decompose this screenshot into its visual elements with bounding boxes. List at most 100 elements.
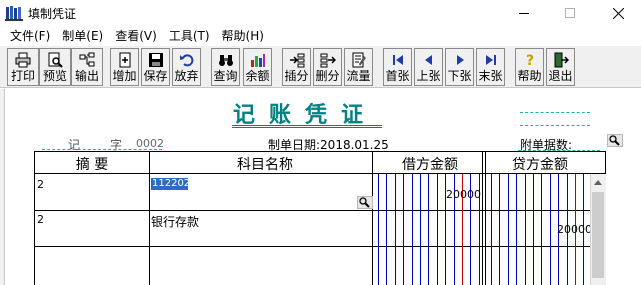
print-label: 打印 <box>10 69 35 83</box>
credit-grid-line <box>533 174 534 285</box>
bar-chart-icon <box>250 54 265 67</box>
insert-entry-label: 插分 <box>284 69 309 83</box>
delete-entry-label: 删分 <box>315 69 340 83</box>
preview-label: 预览 <box>42 69 67 83</box>
credit-grid-line <box>541 174 542 285</box>
output-icon <box>79 52 95 67</box>
insert-row-icon <box>289 53 304 68</box>
title-underline-2 <box>232 127 382 128</box>
col-divider-summary <box>149 151 150 285</box>
prev-label: 上张 <box>416 69 441 83</box>
first-button[interactable]: 首张 <box>383 48 412 86</box>
new-document-icon <box>119 52 130 68</box>
print-button[interactable]: 打印 <box>7 48 39 86</box>
cashflow-label: 流量 <box>346 69 371 83</box>
output-button[interactable]: 输出 <box>71 48 103 86</box>
header-credit: 贷方金额 <box>512 157 568 173</box>
first-icon <box>392 55 403 65</box>
scroll-up-icon <box>594 179 602 185</box>
debit-grid-line <box>420 174 421 285</box>
delete-entry-button[interactable]: 删分 <box>313 48 342 86</box>
query-button[interactable]: 查询 <box>211 48 240 86</box>
undo-icon <box>179 54 193 67</box>
exit-label: 退出 <box>548 69 573 83</box>
scroll-up-button[interactable] <box>590 174 606 190</box>
minimize-button[interactable] <box>501 0 547 26</box>
add-button[interactable]: 增加 <box>110 48 139 86</box>
debit-grid-line <box>395 174 396 285</box>
decorative-dashed-line <box>520 112 590 113</box>
title-bar: 填制凭证 <box>0 0 641 26</box>
row-divider-2 <box>34 246 590 247</box>
header-account: 科目名称 <box>237 157 293 173</box>
add-label: 增加 <box>112 69 137 83</box>
magnifier-icon <box>359 197 370 208</box>
cashflow-button[interactable]: 流量 <box>344 48 373 86</box>
debit-grid-line <box>386 174 387 285</box>
maximize-button[interactable] <box>547 0 593 26</box>
discard-button[interactable]: 放弃 <box>172 48 201 86</box>
menu-help[interactable]: 帮助(H) <box>216 26 270 46</box>
credit-grid-line <box>491 174 492 285</box>
output-label: 输出 <box>74 69 99 83</box>
row2-account[interactable]: 银行存款 <box>151 213 199 230</box>
maximize-icon <box>565 8 575 18</box>
row1-account-input[interactable]: 112202 <box>151 178 190 190</box>
window-title: 填制凭证 <box>28 7 77 21</box>
balance-label: 余额 <box>245 69 270 83</box>
app-books-icon <box>5 6 23 21</box>
debit-grid-line <box>412 174 413 285</box>
row1-summary[interactable]: 2 <box>37 178 44 191</box>
prev-icon <box>424 55 432 65</box>
title-underline <box>232 125 382 126</box>
minimize-icon <box>519 12 529 14</box>
floppy-disk-icon <box>148 53 163 67</box>
preview-button[interactable]: 预览 <box>39 48 71 86</box>
balance-button[interactable]: 余额 <box>243 48 272 86</box>
debit-grid-line <box>403 174 404 285</box>
query-label: 查询 <box>213 69 238 83</box>
row2-summary[interactable]: 2 <box>37 213 44 226</box>
last-button[interactable]: 末张 <box>476 48 505 86</box>
help-label: 帮助 <box>517 69 542 83</box>
attachments-search-button[interactable] <box>607 134 623 147</box>
exit-button[interactable]: 退出 <box>546 48 575 86</box>
row2-credit[interactable]: 20000 <box>557 223 592 236</box>
close-button[interactable] <box>595 0 641 26</box>
col-divider-account <box>372 151 373 285</box>
toolbar: 打印 预览 输出 增加 保存 放弃 查询 余额 插分 删分 流量 首张 上张 下… <box>0 46 641 88</box>
credit-grid-line <box>550 174 551 285</box>
last-label: 末张 <box>478 69 503 83</box>
row-divider-1 <box>34 210 590 211</box>
delete-row-icon <box>320 53 336 68</box>
preview-icon <box>48 52 63 68</box>
credit-grid-line <box>525 174 526 285</box>
edit-document-icon <box>352 52 366 68</box>
last-icon <box>485 55 496 65</box>
next-icon <box>456 55 464 65</box>
prev-button[interactable]: 上张 <box>414 48 443 86</box>
debit-grid-line <box>428 174 429 285</box>
menu-voucher[interactable]: 制单(E) <box>56 26 109 46</box>
menu-file[interactable]: 文件(F) <box>4 26 56 46</box>
save-button[interactable]: 保存 <box>141 48 170 86</box>
close-icon <box>612 7 624 19</box>
printer-icon <box>15 52 31 68</box>
help-button[interactable]: ? 帮助 <box>515 48 544 86</box>
binoculars-icon <box>218 55 233 66</box>
header-summary: 摘 要 <box>75 157 109 173</box>
insert-entry-button[interactable]: 插分 <box>282 48 311 86</box>
credit-grid-line <box>499 174 500 285</box>
scroll-thumb[interactable] <box>592 192 604 278</box>
next-button[interactable]: 下张 <box>445 48 474 86</box>
discard-label: 放弃 <box>174 69 199 83</box>
menu-view[interactable]: 查看(V) <box>109 26 163 46</box>
account-search-button[interactable] <box>357 196 373 209</box>
help-icon: ? <box>526 53 534 68</box>
menu-tools[interactable]: 工具(T) <box>163 26 216 46</box>
next-label: 下张 <box>447 69 472 83</box>
debit-grid-line <box>378 174 379 285</box>
col-divider-debit <box>482 151 483 285</box>
row1-debit[interactable]: 20000 <box>446 188 481 201</box>
credit-grid-line <box>516 174 517 285</box>
